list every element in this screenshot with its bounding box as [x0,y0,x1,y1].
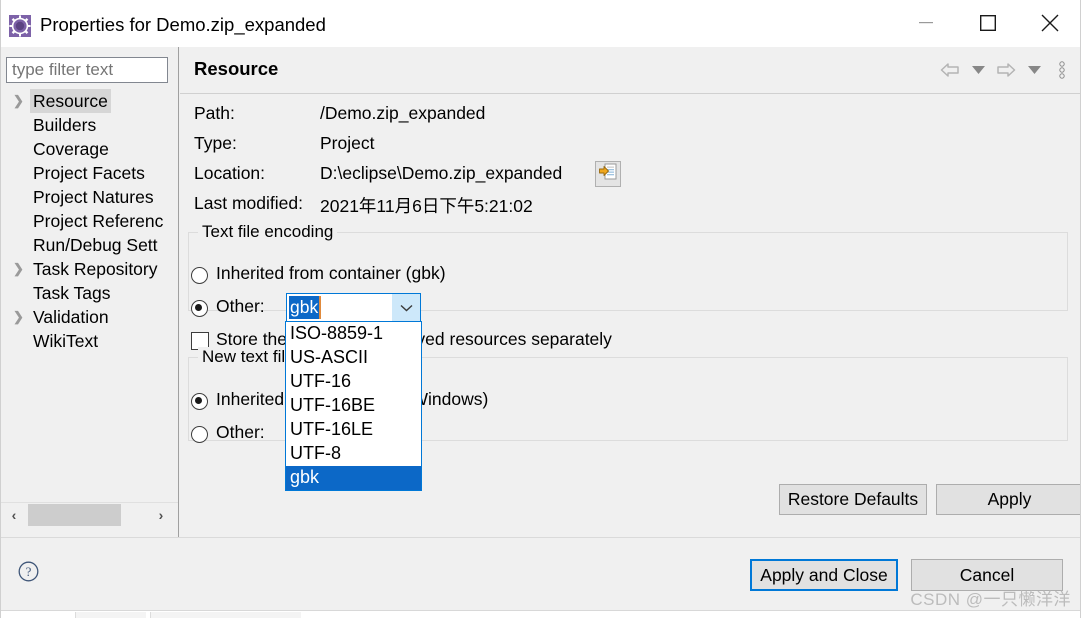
encoding-combo-value: gbk [289,296,322,319]
csdn-watermark: CSDN @一只懒洋洋 [910,590,1071,609]
maximize-button[interactable] [957,0,1019,46]
sidebar-item-label: Builders [33,115,97,135]
radio-indicator [191,426,208,443]
window-left-border [0,0,1,618]
path-value: /Demo.zip_expanded [320,103,486,123]
encoding-other-label: Other: [216,296,265,316]
sidebar-item-label: Project Natures [33,187,154,207]
sidebar-item-label: Project Facets [33,163,145,183]
title-bar: Properties for Demo.zip_expanded [0,0,1081,47]
dropdown-option-utf-16be[interactable]: UTF-16BE [286,394,421,418]
sidebar-item-run-debug-settings[interactable]: Run/Debug Sett [0,233,178,257]
encoding-inherited-label: Inherited from container (gbk) [216,263,446,283]
scroll-left-icon[interactable]: ‹ [1,503,27,527]
sidebar-item-resource[interactable]: ❯ Resource [0,89,178,113]
eclipse-properties-gear-icon [9,15,31,37]
sidebar-item-project-references[interactable]: Project Referenc [0,209,178,233]
encoding-dropdown-list[interactable]: ISO-8859-1 US-ASCII UTF-16 UTF-16BE UTF-… [285,321,422,491]
dialog-body: ❯ Resource Builders Coverage Project Fac… [0,47,1081,537]
sidebar-item-coverage[interactable]: Coverage [0,137,178,161]
dialog-footer: ? Apply and Close Cancel CSDN @一只懒洋洋 [0,537,1081,610]
svg-text:?: ? [26,564,32,579]
apply-button[interactable]: Apply [936,484,1081,515]
minimize-button[interactable] [895,0,957,46]
restore-defaults-button[interactable]: Restore Defaults [779,484,927,515]
help-question-icon[interactable]: ? [18,561,39,582]
open-in-explorer-icon [599,163,617,186]
forward-menu-chevron-down-icon[interactable] [1023,59,1045,81]
text-file-encoding-group-title: Text file encoding [198,222,338,242]
sidebar-item-validation[interactable]: ❯ Validation [0,305,178,329]
sidebar-item-project-natures[interactable]: Project Natures [0,185,178,209]
dropdown-option-us-ascii[interactable]: US-ASCII [286,346,421,370]
sidebar-item-wikitext[interactable]: WikiText [0,329,178,353]
close-button[interactable] [1019,0,1081,46]
open-in-explorer-button[interactable] [595,161,621,187]
last-modified-value: 2021年11月6日下午5:21:02 [320,196,533,216]
sidebar-item-label: Task Tags [33,283,111,303]
window-title: Properties for Demo.zip_expanded [40,14,326,35]
settings-tree[interactable]: ❯ Resource Builders Coverage Project Fac… [0,89,178,509]
apply-and-close-button[interactable]: Apply and Close [750,559,898,591]
sidebar-item-label: Project Referenc [33,211,164,231]
page-title: Resource [194,58,279,79]
sidebar-item-label: Task Repository [33,259,158,279]
back-arrow-icon[interactable] [939,59,961,81]
encoding-combo-chevron-down-icon[interactable] [392,294,420,321]
vertical-dots-icon[interactable] [1051,59,1073,81]
minimize-icon [919,22,933,24]
sidebar-item-label: Coverage [33,139,109,159]
close-icon [1041,14,1059,32]
sidebar-item-task-tags[interactable]: Task Tags [0,281,178,305]
radio-indicator [191,393,208,410]
page-nav-tools [939,59,1073,81]
scroll-right-icon[interactable]: › [148,503,174,527]
maximize-icon [980,15,996,31]
chevron-right-icon[interactable]: ❯ [13,257,25,281]
location-label: Location: [194,163,266,183]
sidebar-item-label: Run/Debug Sett [33,235,158,255]
location-value: D:\eclipse\Demo.zip_expanded [320,163,563,183]
type-label: Type: [194,133,237,153]
settings-page: Resource Path: /Demo.zip_expanded Type: … [180,47,1081,537]
last-modified-label: Last modified: [194,193,303,213]
sidebar-horizontal-scrollbar[interactable]: ‹ › [0,502,178,527]
scrollbar-thumb[interactable] [28,504,121,526]
back-menu-chevron-down-icon[interactable] [967,59,989,81]
sidebar-item-label: Resource [30,89,111,113]
dropdown-option-iso-8859-1[interactable]: ISO-8859-1 [286,322,421,346]
sidebar-item-label: WikiText [33,331,99,351]
radio-indicator [191,267,208,284]
settings-sidebar: ❯ Resource Builders Coverage Project Fac… [0,47,179,537]
page-header: Resource [180,47,1081,94]
dropdown-option-gbk[interactable]: gbk [286,466,421,490]
sidebar-item-project-facets[interactable]: Project Facets [0,161,178,185]
resource-form: Path: /Demo.zip_expanded Type: Project L… [180,95,1081,537]
dropdown-option-utf-16[interactable]: UTF-16 [286,370,421,394]
dropdown-option-utf-16le[interactable]: UTF-16LE [286,418,421,442]
sidebar-item-builders[interactable]: Builders [0,113,178,137]
filter-input[interactable] [6,57,168,83]
chevron-right-icon[interactable]: ❯ [13,89,25,113]
chevron-right-icon[interactable]: ❯ [13,305,25,329]
path-label: Path: [194,103,235,123]
sidebar-item-label: Validation [33,307,109,327]
sidebar-item-task-repository[interactable]: ❯ Task Repository [0,257,178,281]
desktop-strip [75,612,146,618]
encoding-combo[interactable]: gbk [286,293,421,322]
properties-dialog: Properties for Demo.zip_expanded ❯ Resou… [0,0,1081,618]
forward-arrow-icon[interactable] [995,59,1017,81]
type-value: Project [320,133,375,153]
delimiter-other-label: Other: [216,422,265,442]
desktop-strip [150,612,301,618]
radio-indicator [191,300,208,317]
dropdown-option-utf-8[interactable]: UTF-8 [286,442,421,466]
